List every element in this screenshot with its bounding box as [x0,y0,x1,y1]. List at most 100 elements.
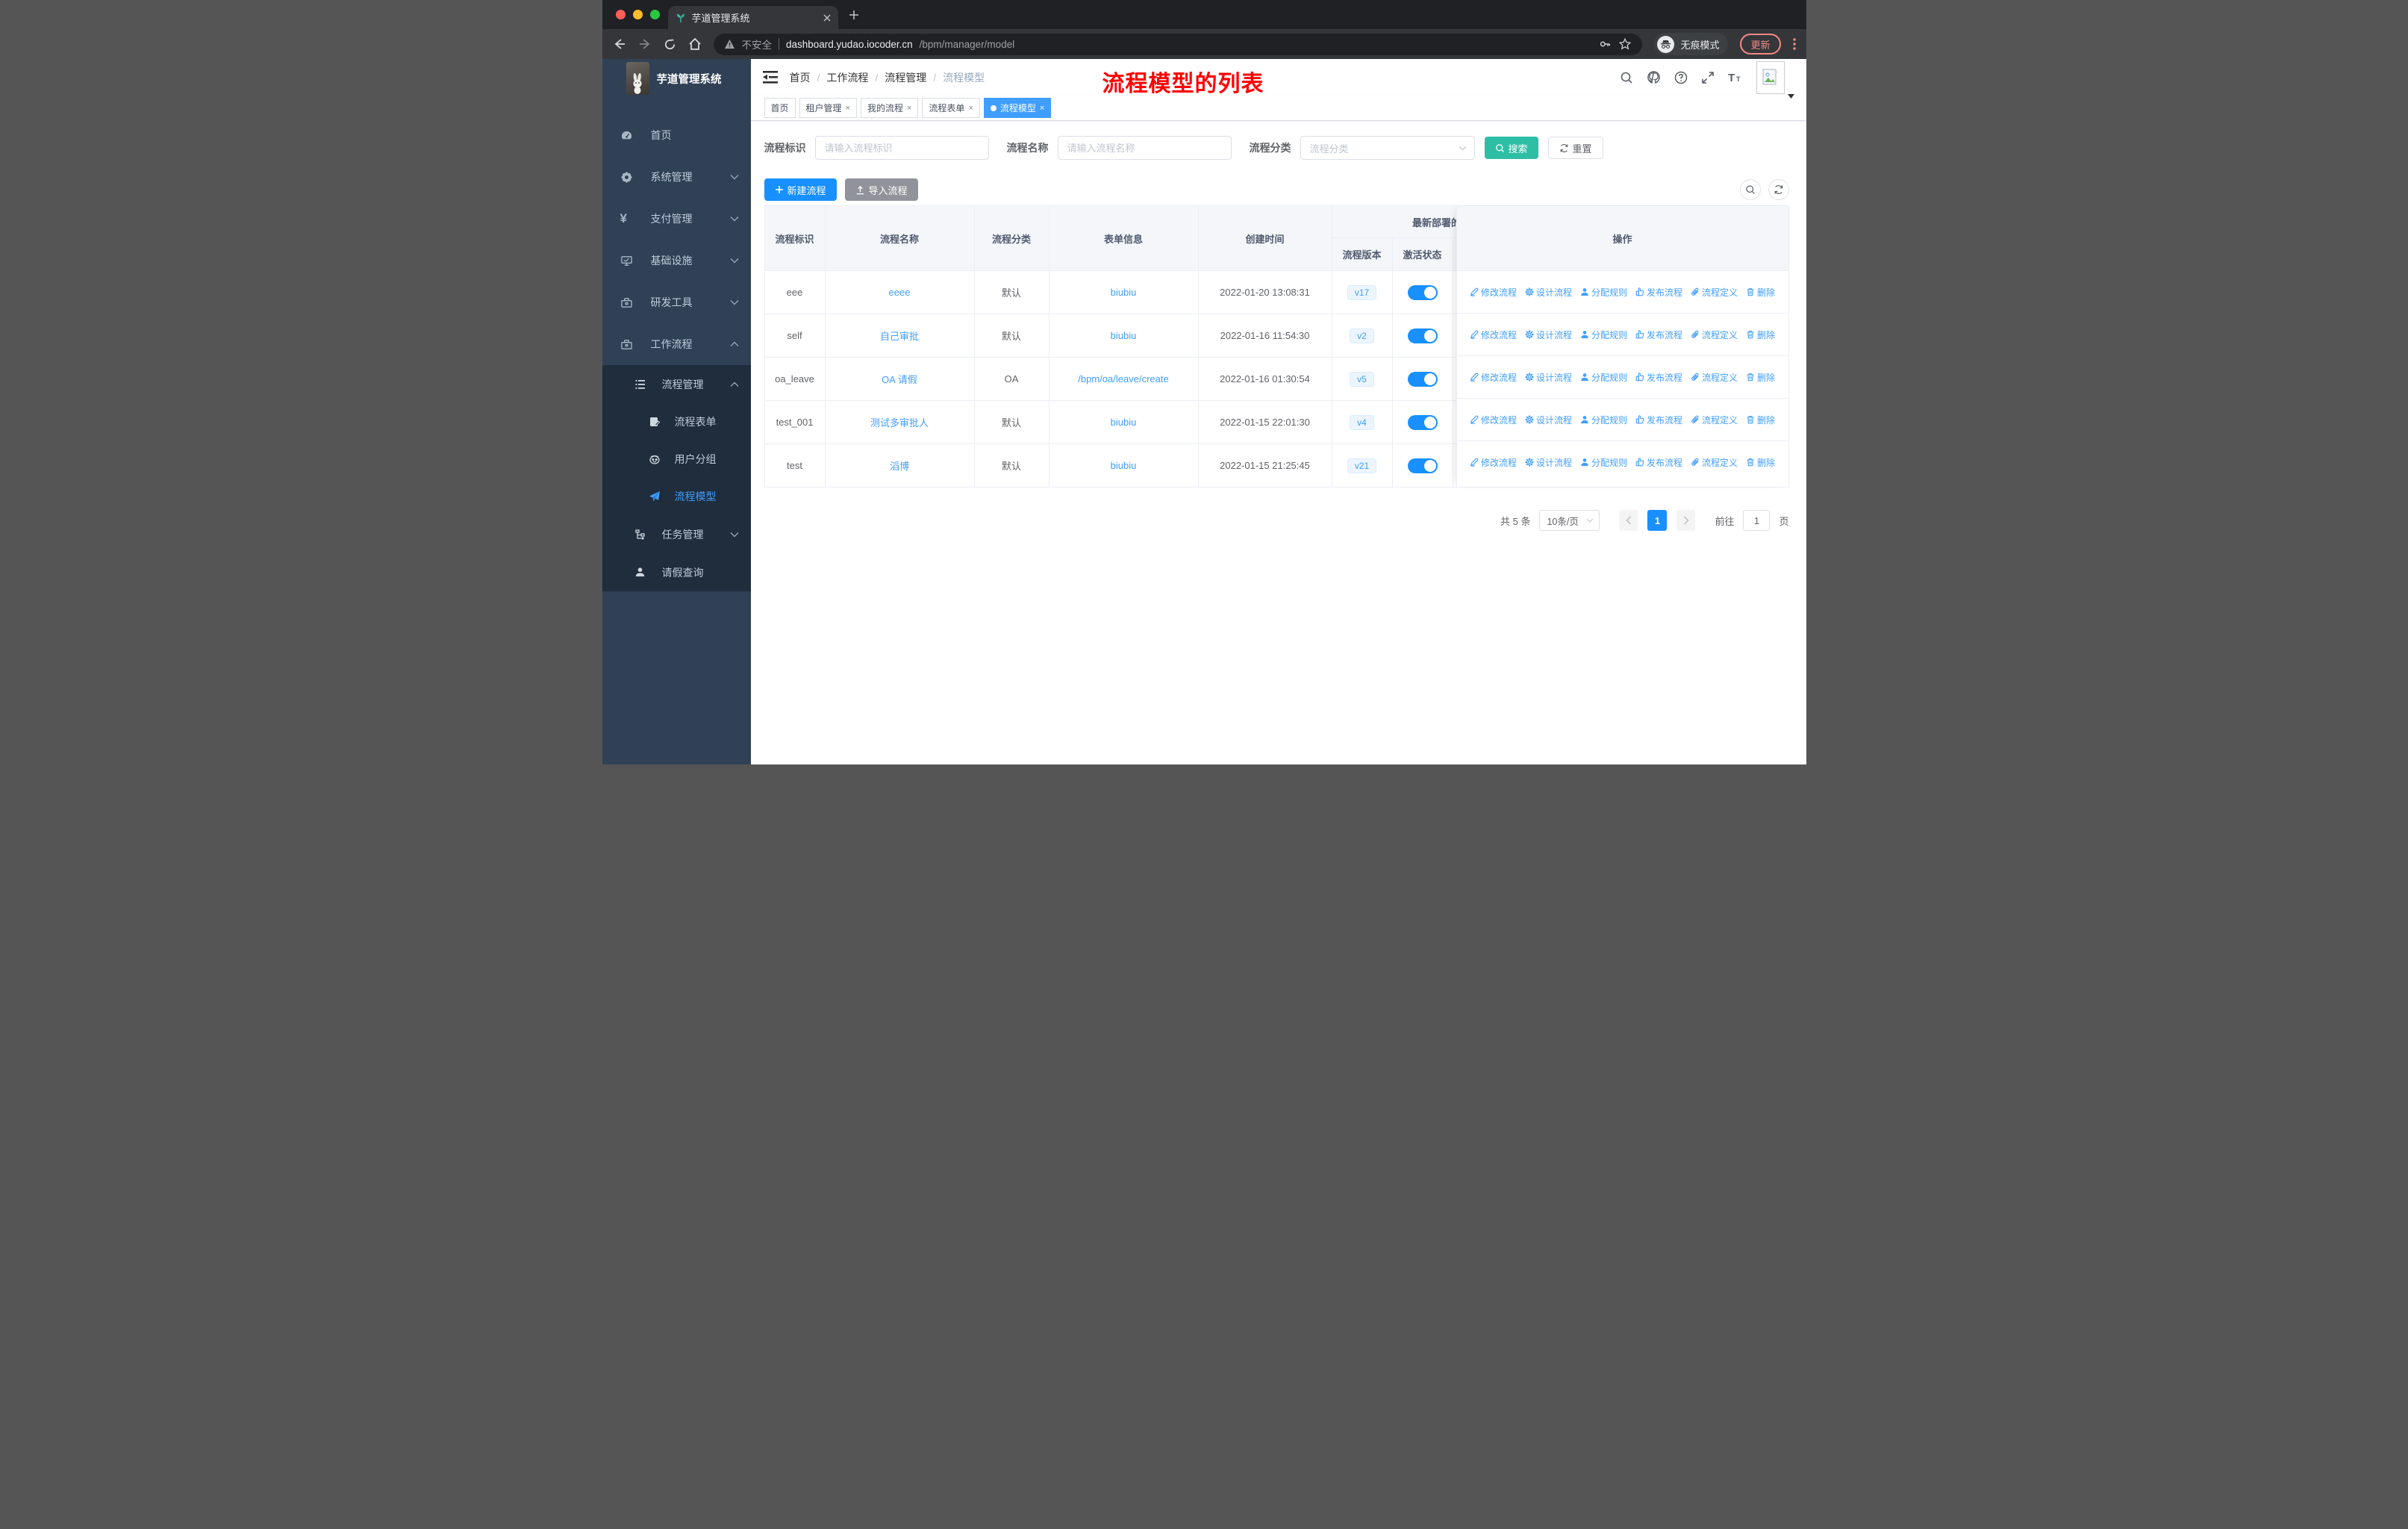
browser-tab[interactable]: 芋道管理系统 [667,6,838,29]
github-icon[interactable] [1647,70,1661,84]
home-icon[interactable] [688,37,702,51]
process-name-link[interactable]: 测试多审批人 [870,415,929,429]
page-number-button[interactable]: 1 [1647,510,1668,531]
hide-search-button[interactable] [1739,179,1761,200]
delete-link[interactable]: 删除 [1746,371,1775,384]
tag-process-form[interactable]: 流程表单 × [922,98,980,118]
active-status-toggle[interactable] [1407,458,1438,473]
delete-link[interactable]: 删除 [1746,414,1775,426]
page-size-select[interactable]: 10条/页 [1539,510,1600,531]
sidebar-item-process-model[interactable]: 流程模型 [602,478,751,515]
publish-process-link[interactable]: 发布流程 [1635,371,1682,384]
delete-link[interactable]: 删除 [1746,286,1775,299]
sidebar-collapse-icon[interactable] [762,71,778,84]
form-info-link[interactable]: /bpm/oa/leave/create [1078,373,1168,384]
app-logo-row[interactable]: 芋道管理系统 [602,59,751,98]
warning-triangle-icon[interactable] [724,39,735,49]
prev-page-button[interactable] [1619,510,1638,531]
tab-close-icon[interactable] [823,14,831,22]
form-info-link[interactable]: biubiu [1111,287,1137,298]
process-definition-link[interactable]: 流程定义 [1691,371,1738,384]
edit-process-link[interactable]: 修改流程 [1470,456,1517,469]
url-bar[interactable]: 不安全 dashboard.yudao.iocoder.cn/bpm/manag… [713,33,1643,55]
tag-my-process[interactable]: 我的流程 × [860,98,919,118]
process-name-link[interactable]: eeee [889,287,911,298]
form-info-link[interactable]: biubiu [1111,330,1137,341]
active-status-toggle[interactable] [1407,328,1438,343]
design-process-link[interactable]: 设计流程 [1524,286,1572,299]
publish-process-link[interactable]: 发布流程 [1635,328,1682,341]
create-process-button[interactable]: 新建流程 [764,178,837,201]
design-process-link[interactable]: 设计流程 [1524,456,1572,469]
breadcrumb-item[interactable]: 首页 [790,70,811,85]
delete-link[interactable]: 删除 [1746,328,1775,341]
publish-process-link[interactable]: 发布流程 [1635,286,1682,299]
process-definition-link[interactable]: 流程定义 [1691,286,1738,299]
edit-process-link[interactable]: 修改流程 [1470,414,1517,426]
edit-process-link[interactable]: 修改流程 [1470,328,1517,341]
next-page-button[interactable] [1676,510,1696,531]
process-definition-link[interactable]: 流程定义 [1691,456,1738,469]
sidebar-item-process-form[interactable]: 流程表单 [602,403,751,440]
active-status-toggle[interactable] [1407,371,1438,387]
back-icon[interactable] [613,37,626,51]
forward-icon[interactable] [638,37,652,51]
sidebar-item-task-management[interactable]: 任务管理 [602,515,751,553]
reload-icon[interactable] [664,38,676,51]
design-process-link[interactable]: 设计流程 [1524,414,1572,426]
search-icon[interactable] [1620,71,1633,84]
minimize-window-button[interactable] [632,10,643,19]
sidebar-item-payment[interactable]: ¥ 支付管理 [602,198,751,240]
key-icon[interactable] [1598,37,1612,51]
tag-close-icon[interactable]: × [907,104,911,113]
user-avatar-wrap[interactable] [1756,60,1794,99]
breadcrumb-item[interactable]: 流程管理 [885,70,926,85]
tag-close-icon[interactable]: × [1040,104,1044,113]
import-process-button[interactable]: 导入流程 [844,178,918,201]
tag-close-icon[interactable]: × [846,104,850,113]
assign-rule-link[interactable]: 分配规则 [1580,456,1627,469]
browser-menu-kebab-icon[interactable] [1792,38,1796,50]
goto-page-input[interactable] [1743,510,1771,531]
reset-button[interactable]: 重置 [1547,137,1603,159]
fullscreen-icon[interactable] [1701,71,1715,84]
assign-rule-link[interactable]: 分配规则 [1580,414,1627,426]
edit-process-link[interactable]: 修改流程 [1470,371,1517,384]
breadcrumb-item[interactable]: 工作流程 [826,70,868,85]
design-process-link[interactable]: 设计流程 [1524,328,1572,341]
tag-process-model-active[interactable]: 流程模型 × [983,98,1052,118]
category-select[interactable]: 流程分类 [1300,136,1475,160]
edit-process-link[interactable]: 修改流程 [1470,286,1517,299]
process-name-link[interactable]: 滔博 [890,458,909,473]
sidebar-item-workflow[interactable]: 工作流程 [602,323,751,365]
tag-home[interactable]: 首页 [764,98,796,118]
search-button[interactable]: 搜索 [1484,137,1538,159]
form-info-link[interactable]: biubiu [1111,460,1137,471]
window-controls[interactable] [615,10,660,19]
new-tab-button[interactable] [849,10,859,20]
form-info-link[interactable]: biubiu [1111,417,1137,428]
process-name-input[interactable] [1057,136,1232,160]
bookmark-star-icon[interactable] [1618,37,1632,51]
delete-link[interactable]: 删除 [1746,456,1775,469]
process-id-input[interactable] [814,136,989,160]
assign-rule-link[interactable]: 分配规则 [1580,371,1627,384]
active-status-toggle[interactable] [1407,284,1438,300]
process-definition-link[interactable]: 流程定义 [1691,328,1738,341]
process-name-link[interactable]: OA 请假 [882,372,917,386]
close-window-button[interactable] [615,10,626,19]
sidebar-item-user-group[interactable]: 用户分组 [602,440,751,478]
refresh-table-button[interactable] [1768,179,1789,200]
sidebar-item-devtools[interactable]: 研发工具 [602,281,751,323]
avatar-broken-image-icon[interactable] [1756,60,1785,94]
font-size-icon[interactable]: TT [1728,71,1743,84]
publish-process-link[interactable]: 发布流程 [1635,456,1682,469]
help-circle-icon[interactable] [1674,71,1688,84]
update-button[interactable]: 更新 [1740,34,1781,55]
publish-process-link[interactable]: 发布流程 [1635,414,1682,426]
sidebar-item-infrastructure[interactable]: 基础设施 [602,240,751,281]
sidebar-item-home[interactable]: 首页 [602,114,751,156]
tag-close-icon[interactable]: × [968,104,973,113]
assign-rule-link[interactable]: 分配规则 [1580,328,1627,341]
maximize-window-button[interactable] [649,10,660,19]
